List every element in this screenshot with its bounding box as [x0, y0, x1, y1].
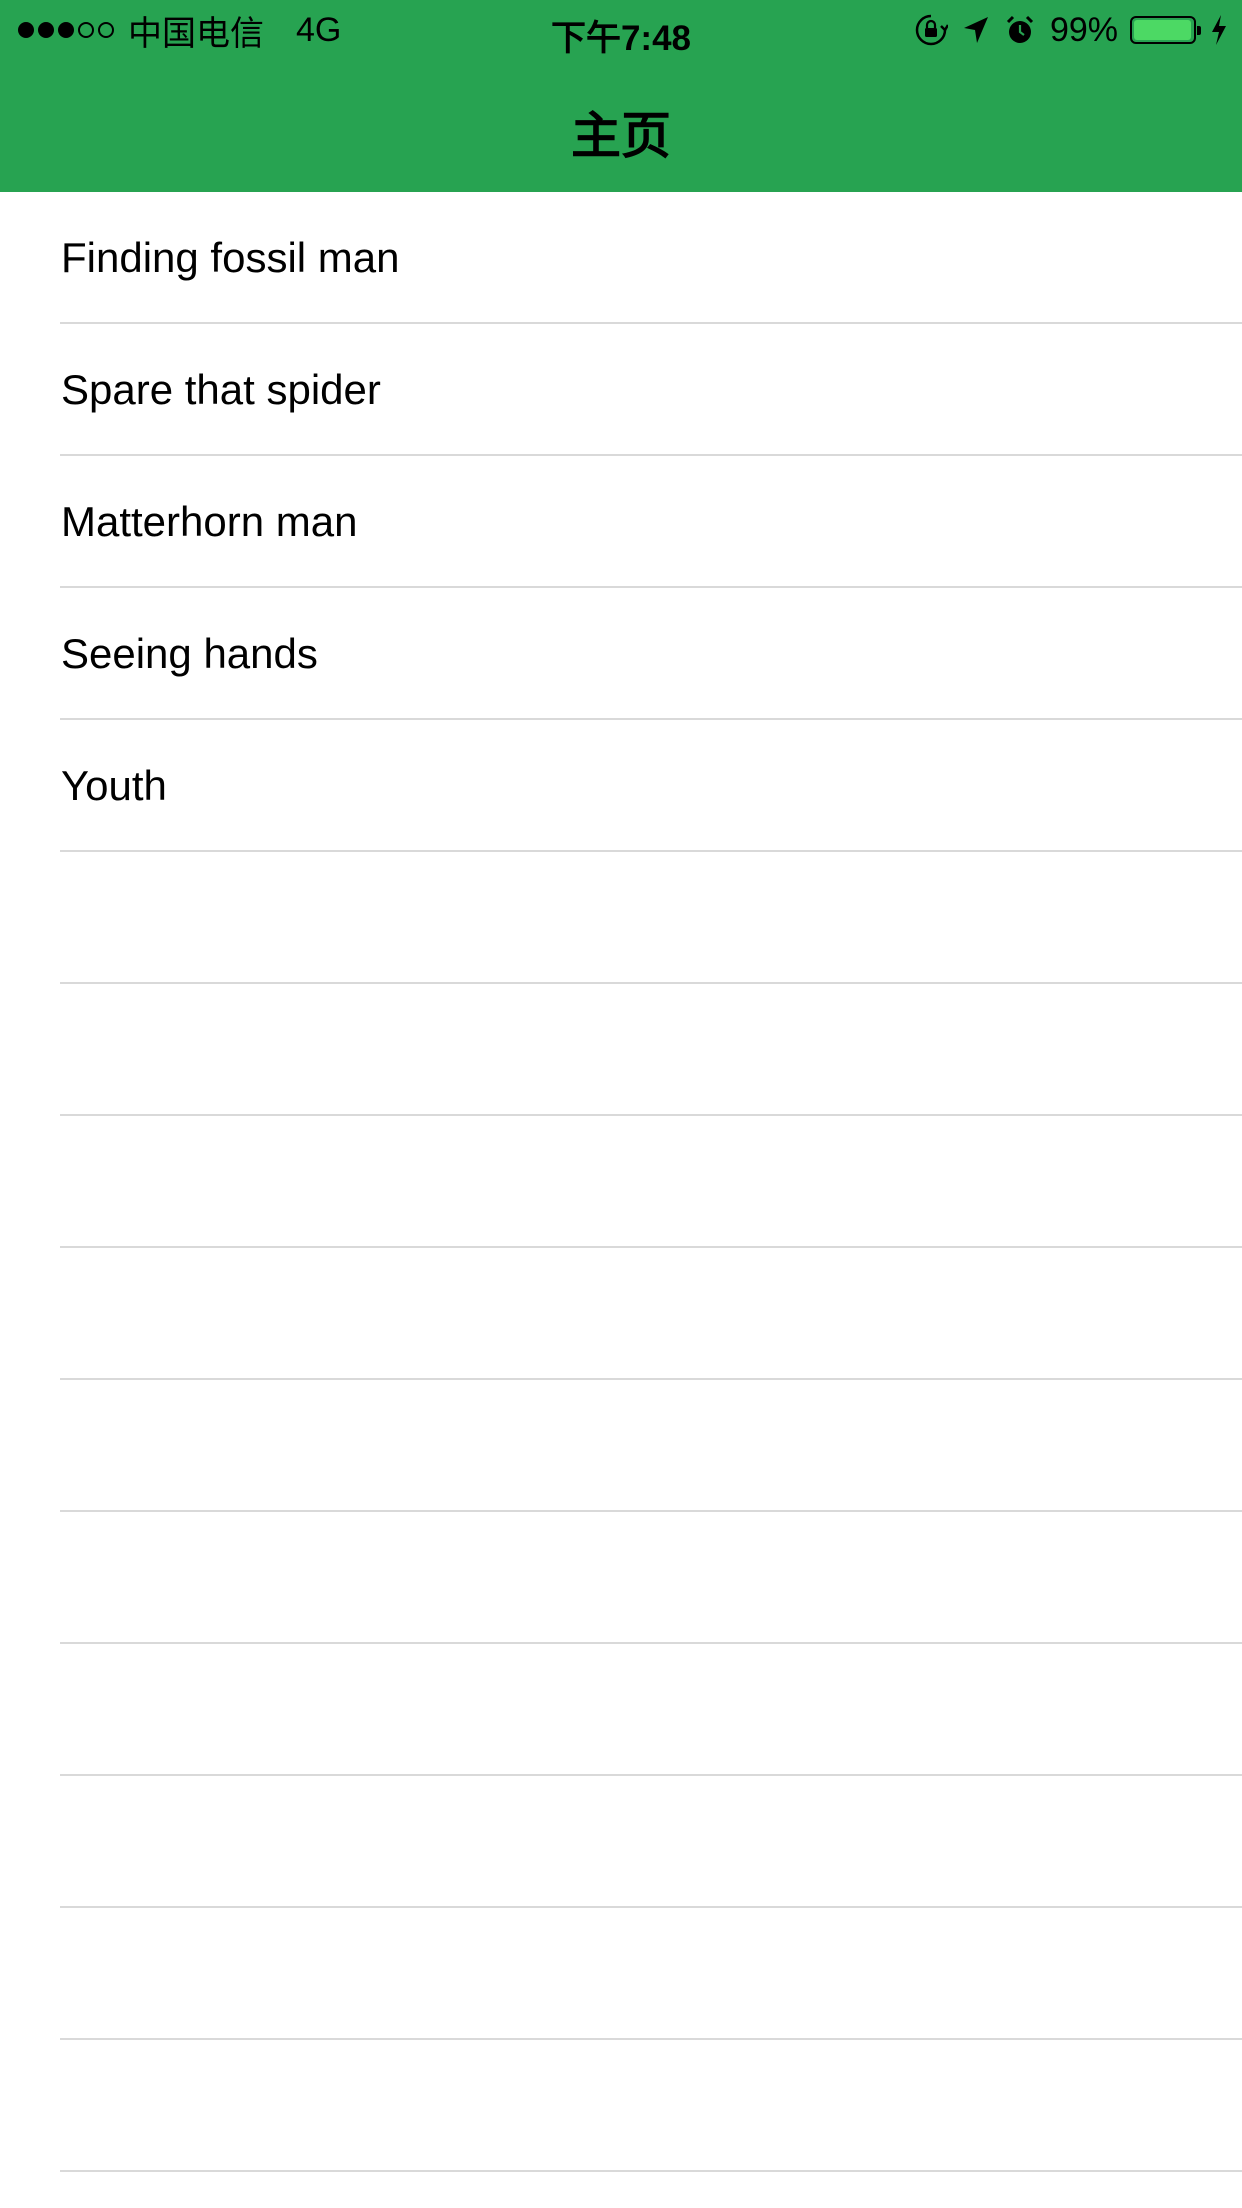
article-list: Finding fossil man Spare that spider Matte… [0, 192, 1242, 2208]
list-item[interactable] [0, 1644, 1242, 1776]
list-item[interactable] [0, 2040, 1242, 2172]
page-title: 主页 [571, 107, 671, 165]
battery-level [1134, 20, 1192, 40]
list-item[interactable] [0, 984, 1242, 1116]
list-item-label: Finding fossil man [61, 234, 400, 281]
list-item[interactable] [0, 2172, 1242, 2208]
list-item[interactable]: Finding fossil man [0, 192, 1242, 324]
list-item-label: Youth [61, 762, 167, 809]
list-item[interactable]: Seeing hands [0, 588, 1242, 720]
list-item[interactable] [0, 1248, 1242, 1380]
header: 中国电信 4G 下午7:48 99% 主页 [0, 0, 1242, 192]
list-item-label: Matterhorn man [61, 498, 358, 545]
battery-percent: 99% [1049, 10, 1118, 49]
list-item[interactable] [0, 1908, 1242, 2040]
list-item-label: Spare that spider [61, 366, 381, 413]
list-item[interactable] [0, 1776, 1242, 1908]
list-item[interactable] [0, 852, 1242, 984]
list-item[interactable]: Matterhorn man [0, 456, 1242, 588]
status-bar: 中国电信 4G 下午7:48 99% [0, 0, 1242, 60]
battery-icon [1130, 16, 1201, 44]
battery-cap [1197, 26, 1201, 35]
app-screen: 中国电信 4G 下午7:48 99% 主页 Finding fossil man… [0, 0, 1242, 2208]
list-item[interactable] [0, 1116, 1242, 1248]
list-item[interactable] [0, 1380, 1242, 1512]
location-arrow-icon [962, 15, 990, 45]
charging-bolt-icon [1210, 14, 1228, 46]
orientation-lock-icon [914, 13, 948, 47]
status-right: 99% [900, 10, 1228, 50]
list-item-label: Seeing hands [61, 630, 318, 677]
list-item[interactable] [0, 1512, 1242, 1644]
alarm-icon [1004, 14, 1036, 46]
list-item[interactable]: Spare that spider [0, 324, 1242, 456]
list-item[interactable]: Youth [0, 720, 1242, 852]
